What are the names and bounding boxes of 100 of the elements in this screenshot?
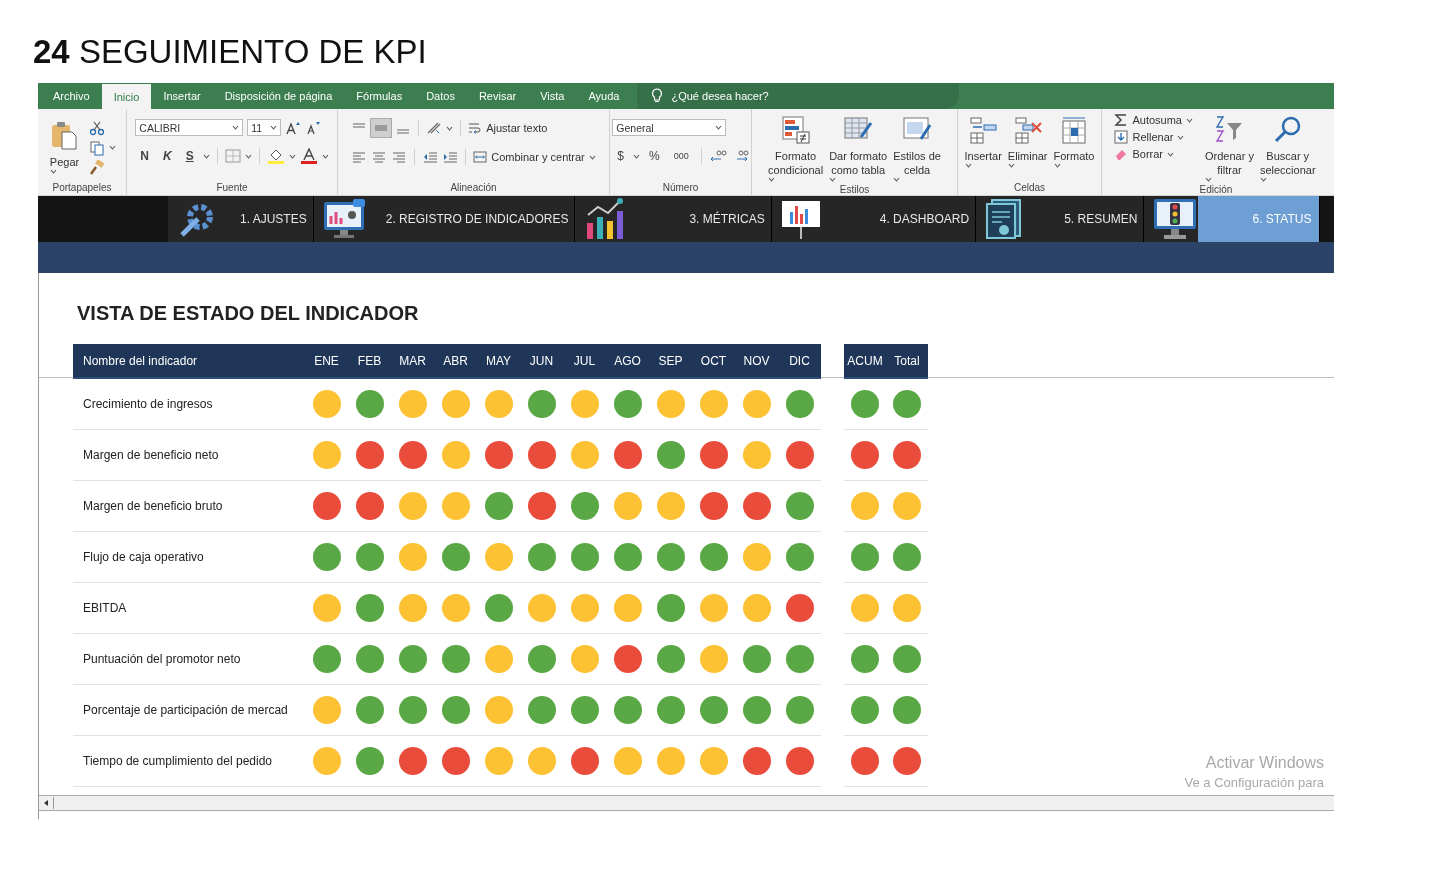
copy-icon[interactable] — [89, 139, 106, 156]
increase-decimal-icon[interactable] — [708, 149, 727, 163]
number-format-field[interactable]: General — [612, 119, 727, 136]
grow-font-icon[interactable] — [285, 120, 302, 135]
shrink-font-icon[interactable] — [305, 120, 322, 135]
paste-button[interactable]: Pegar — [47, 119, 82, 176]
caret-icon[interactable] — [109, 145, 117, 150]
caret-icon[interactable] — [633, 153, 640, 159]
sheet-title: VISTA DE ESTADO DEL INDICADOR — [76, 301, 420, 326]
ribbon-button[interactable]: Borrar — [1114, 147, 1193, 161]
caret-icon[interactable] — [829, 177, 837, 182]
ribbon-tab[interactable]: Archivo — [41, 83, 102, 109]
clipboard-icon[interactable] — [50, 121, 79, 151]
tell-me-field[interactable]: ¿Qué desea hacer? — [637, 83, 959, 109]
fill-down-icon — [1114, 130, 1129, 144]
column-header: NOV — [735, 344, 778, 378]
indicator-name: Tiempo de cumplimiento del pedido — [83, 754, 272, 768]
font-color-icon[interactable] — [299, 148, 318, 164]
ribbon-tab[interactable]: Revisar — [466, 83, 529, 109]
decrease-indent-icon[interactable] — [422, 150, 439, 164]
column-header: ACUM — [844, 344, 886, 378]
group-label: Alineación — [450, 182, 497, 195]
caret-icon[interactable] — [1186, 117, 1193, 123]
number-format-button[interactable]: % — [644, 149, 665, 163]
ribbon-button[interactable]: Dar formato como tabla — [827, 113, 890, 184]
ribbon-button[interactable]: Autosuma — [1114, 113, 1193, 127]
caret-icon[interactable] — [49, 169, 57, 174]
column-header: ENE — [305, 344, 348, 378]
caret-icon[interactable] — [715, 125, 723, 130]
ribbon-button[interactable]: Eliminar — [1005, 113, 1050, 170]
column-header: JUN — [520, 344, 563, 378]
monitor-chart-icon[interactable] — [321, 198, 368, 240]
horizontal-scrollbar[interactable] — [39, 795, 1334, 811]
caret-icon[interactable] — [244, 153, 252, 159]
format-cells-icon — [1059, 115, 1089, 145]
caret-icon[interactable] — [1205, 177, 1212, 182]
caret-icon[interactable] — [288, 153, 296, 159]
fill-color-icon[interactable] — [266, 148, 285, 164]
format-painter-icon[interactable] — [89, 159, 106, 176]
caret-icon[interactable] — [321, 153, 329, 159]
indicator-name: Puntuación del promotor neto — [83, 652, 241, 666]
orientation-icon[interactable] — [426, 121, 443, 135]
ribbon-button[interactable]: Insertar — [962, 113, 1004, 170]
font-style-button[interactable]: S — [180, 149, 199, 163]
font-field[interactable]: CALIBRI — [135, 119, 244, 136]
caret-icon[interactable] — [1177, 134, 1185, 140]
wrap-text-button[interactable]: Ajustar texto — [468, 121, 548, 135]
ribbon-tab[interactable]: Insertar — [151, 83, 213, 109]
caret-icon[interactable] — [893, 177, 901, 182]
indicator-name: Margen de beneficio neto — [83, 448, 219, 462]
caret-icon[interactable] — [232, 125, 240, 130]
caret-icon[interactable] — [1007, 163, 1015, 168]
caret-icon[interactable] — [1053, 163, 1061, 168]
caret-icon[interactable] — [964, 163, 972, 168]
caret-icon[interactable] — [1259, 177, 1267, 182]
ribbon-button[interactable]: Rellenar — [1114, 130, 1193, 144]
ribbon-button[interactable]: Estilos de celda — [891, 113, 943, 184]
wrap-text-icon — [468, 121, 483, 135]
merge-icon — [473, 150, 488, 164]
size-field[interactable]: 11 — [247, 119, 282, 136]
ribbon-tab[interactable]: Inicio — [101, 84, 152, 109]
merge-center-button[interactable]: Combinar y centrar — [473, 150, 596, 164]
indicator-name: Flujo de caja operativo — [83, 550, 204, 564]
presentation-board-icon[interactable] — [779, 198, 822, 240]
caret-icon[interactable] — [1167, 151, 1174, 157]
ribbon-tab[interactable]: Datos — [414, 83, 467, 109]
ribbon-tab[interactable]: Fórmulas — [344, 83, 415, 109]
ribbon-button[interactable]: Formato — [1051, 113, 1097, 170]
caret-icon[interactable] — [446, 125, 454, 131]
increase-indent-icon[interactable] — [442, 150, 459, 164]
group-label: Número — [662, 182, 699, 195]
sum-icon — [1114, 113, 1129, 127]
sort-filter-icon — [1214, 115, 1245, 145]
ribbon-tab[interactable]: Disposición de página — [212, 83, 345, 109]
number-format-button[interactable]: 000 — [668, 151, 694, 161]
number-format-button[interactable]: $ — [612, 149, 629, 163]
group-label: Fuente — [216, 182, 248, 195]
indicator-name: Crecimiento de ingresos — [83, 397, 213, 411]
scissors-icon[interactable] — [89, 119, 106, 136]
column-header: SEP — [649, 344, 692, 378]
caret-icon[interactable] — [768, 177, 776, 182]
search-icon — [1272, 115, 1303, 145]
column-header: JUL — [563, 344, 606, 378]
caret-icon[interactable] — [202, 153, 210, 159]
ribbon-tab[interactable]: Vista — [528, 83, 577, 109]
column-header: FEB — [348, 344, 391, 378]
ribbon-tab[interactable]: Ayuda — [576, 83, 632, 109]
font-style-button[interactable]: K — [158, 149, 177, 163]
column-header: Nombre del indicador — [73, 344, 305, 378]
traffic-light-monitor-icon[interactable] — [1152, 197, 1199, 241]
caret-icon[interactable] — [588, 154, 596, 160]
indicator-name: Porcentaje de participación de mercad — [83, 703, 288, 717]
column-header: Total — [886, 344, 928, 378]
ribbon-button[interactable]: Buscar y seleccionar — [1257, 113, 1318, 184]
conditional-format-icon — [780, 115, 811, 145]
caret-icon[interactable] — [270, 125, 278, 130]
ribbon-button[interactable]: Formato condicional — [766, 113, 826, 184]
activation-title: Activar Windows — [1205, 754, 1324, 771]
ribbon-button[interactable]: Ordenar y filtrar — [1203, 113, 1256, 184]
font-style-button[interactable]: N — [135, 149, 154, 163]
